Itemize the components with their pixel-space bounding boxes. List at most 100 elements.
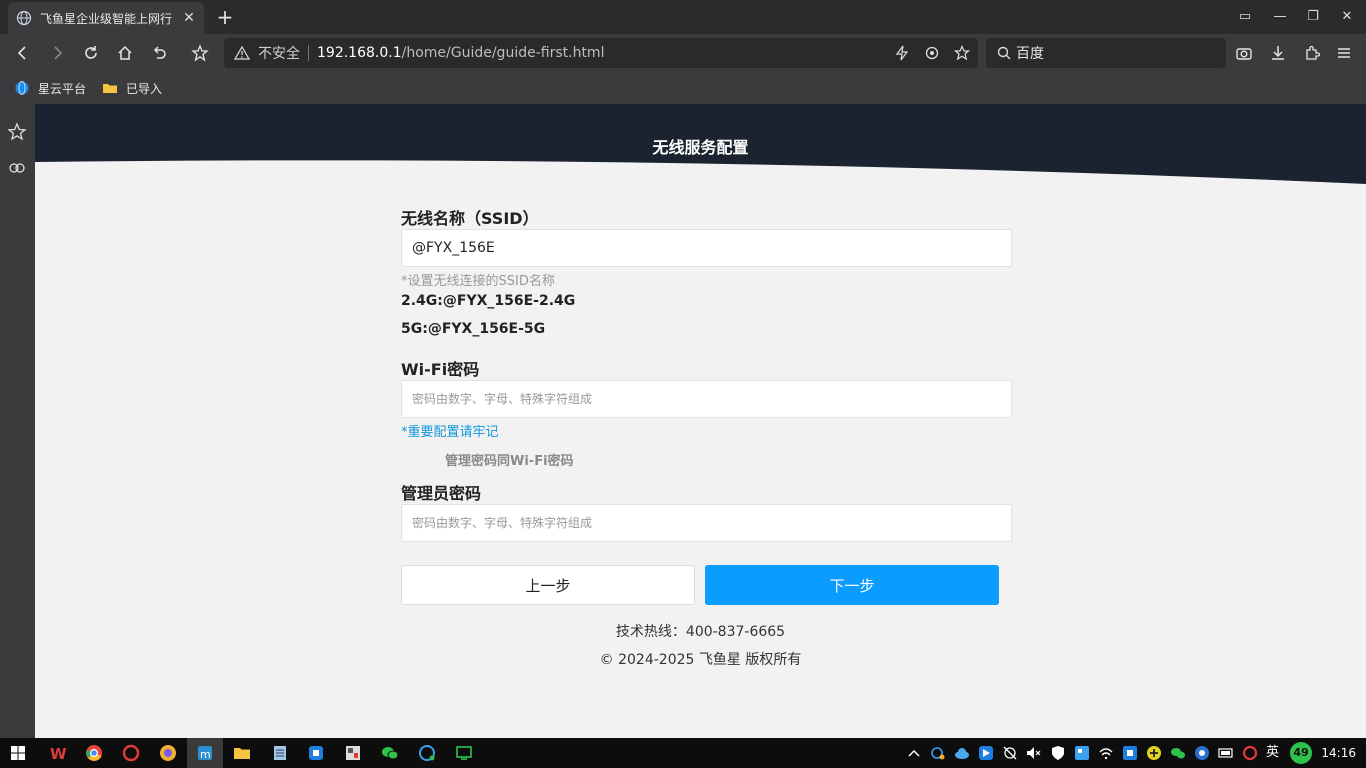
- band-5g-ssid: 5G:@FYX_156E-5G: [401, 321, 546, 337]
- forward-button[interactable]: [44, 40, 70, 66]
- feishu-tray-icon[interactable]: [978, 745, 994, 761]
- admin-password-input[interactable]: [401, 504, 1012, 542]
- restore-button[interactable]: ❐: [1297, 0, 1329, 34]
- ssid-input[interactable]: [401, 229, 1012, 267]
- windows-taskbar: W m 英 49 14:16: [0, 738, 1366, 768]
- favorites-star-icon[interactable]: [7, 122, 27, 142]
- bookmark-imported[interactable]: 已导入: [102, 80, 162, 97]
- download-button[interactable]: [1265, 40, 1291, 66]
- cloud-icon[interactable]: [954, 745, 970, 761]
- password-remember-tip: *重要配置请牢记: [401, 425, 499, 440]
- image-app-icon[interactable]: [343, 743, 363, 763]
- tab-bar: 飞鱼星企业级智能上网行 ✕ + ▭ — ❐ ✕: [0, 0, 1366, 34]
- blue-tray-icon[interactable]: [1194, 745, 1210, 761]
- undo-icon: [153, 46, 166, 59]
- tencent-meeting-icon[interactable]: [306, 743, 326, 763]
- reload-icon: [85, 46, 97, 59]
- input-language[interactable]: 英: [1266, 738, 1279, 768]
- battery-icon[interactable]: [1218, 745, 1234, 761]
- security-label: 不安全: [258, 46, 300, 62]
- bookmark-label: 已导入: [126, 81, 163, 96]
- svg-text:m: m: [200, 748, 211, 761]
- file-explorer-icon[interactable]: [232, 743, 252, 763]
- wechat-tray-icon[interactable]: [1170, 745, 1186, 761]
- browser-toolbar: 不安全 192.168.0.1 /home/Guide/guide-first.…: [0, 34, 1366, 72]
- wps-icon[interactable]: W: [48, 743, 68, 763]
- band-24g-ssid: 2.4G:@FYX_156E-2.4G: [401, 293, 576, 309]
- favorite-button[interactable]: [187, 40, 213, 66]
- page-title: 无线服务配置: [652, 138, 749, 157]
- folder-icon: [103, 84, 118, 93]
- bookmark-label: 星云平台: [38, 81, 87, 96]
- ai-assistant-icon[interactable]: [7, 158, 27, 178]
- red-app-icon[interactable]: [121, 743, 141, 763]
- camera-icon: [1236, 48, 1252, 60]
- tencent-tray-icon[interactable]: [1122, 745, 1138, 761]
- star-icon: [191, 44, 209, 62]
- admin-password-label: 管理员密码: [401, 484, 482, 503]
- ssid-hint: *设置无线连接的SSID名称: [401, 274, 555, 289]
- sync-app-icon[interactable]: [417, 743, 437, 763]
- wifi-password-input[interactable]: [401, 380, 1012, 418]
- home-button[interactable]: [112, 40, 138, 66]
- tab-close-icon[interactable]: ✕: [182, 10, 196, 26]
- tab-list-icon[interactable]: ▭: [1229, 0, 1261, 34]
- arrow-left-icon: [17, 46, 26, 60]
- back-button[interactable]: [10, 40, 36, 66]
- windows-start-icon[interactable]: [8, 743, 28, 763]
- chrome-icon[interactable]: [84, 743, 104, 763]
- network-off-icon[interactable]: [1002, 745, 1018, 761]
- warning-icon: [234, 45, 250, 60]
- hotline-text: 技术热线：400-837-6665: [615, 624, 786, 640]
- next-step-button[interactable]: 下一步: [705, 565, 999, 605]
- copyright-text: © 2024-2025 飞鱼星 版权所有: [599, 652, 802, 668]
- reload-button[interactable]: [78, 40, 104, 66]
- arrow-right-icon: [54, 46, 63, 60]
- remote-app-icon[interactable]: [1074, 745, 1090, 761]
- tray-app-icon[interactable]: [930, 745, 946, 761]
- active-browser-task[interactable]: m: [187, 738, 223, 768]
- page-content: 无线服务配置 无线名称（SSID） *设置无线连接的SSID名称 2.4G:@F…: [35, 104, 1366, 738]
- monitor-app-icon[interactable]: [454, 743, 474, 763]
- globe-icon: [16, 10, 32, 26]
- prev-step-button[interactable]: 上一步: [401, 565, 695, 605]
- browser-app-icon[interactable]: [158, 743, 178, 763]
- browser-tab[interactable]: 飞鱼星企业级智能上网行 ✕: [8, 2, 204, 34]
- lightning-icon[interactable]: [892, 43, 912, 63]
- undo-close-button[interactable]: [146, 40, 172, 66]
- add-favorite-icon[interactable]: [952, 43, 972, 63]
- new-tab-button[interactable]: +: [214, 6, 236, 28]
- tab-title: 飞鱼星企业级智能上网行: [40, 11, 173, 26]
- url-host: 192.168.0.1: [317, 45, 402, 61]
- minimize-button[interactable]: —: [1264, 0, 1296, 34]
- volume-muted-icon[interactable]: [1025, 745, 1041, 761]
- puzzle-icon: [1306, 45, 1321, 60]
- bookmark-xingyun[interactable]: 星云平台: [14, 80, 86, 97]
- bookmarks-bar: 星云平台 已导入: [0, 72, 1366, 104]
- svg-text:W: W: [50, 745, 67, 762]
- address-bar[interactable]: 不安全 192.168.0.1 /home/Guide/guide-first.…: [224, 38, 978, 68]
- security-shield-icon[interactable]: [1050, 745, 1066, 761]
- extension-shield-icon[interactable]: [922, 43, 942, 63]
- extensions-button[interactable]: [1299, 40, 1325, 66]
- battery-badge[interactable]: 49: [1290, 742, 1312, 764]
- search-engine-label: 百度: [1016, 46, 1044, 62]
- hamburger-icon: [1338, 48, 1350, 58]
- wifi-password-label: Wi-Fi密码: [401, 360, 480, 379]
- close-window-button[interactable]: ✕: [1331, 0, 1363, 34]
- notepad-icon[interactable]: [270, 743, 290, 763]
- same-password-toggle[interactable]: 管理密码同Wi-Fi密码: [445, 450, 574, 469]
- ssid-label: 无线名称（SSID）: [401, 209, 539, 228]
- wechat-icon[interactable]: [380, 743, 400, 763]
- taskbar-clock[interactable]: 14:16: [1321, 738, 1356, 768]
- screenshot-button[interactable]: [1231, 40, 1257, 66]
- search-box[interactable]: 百度: [986, 38, 1226, 68]
- url-path: /home/Guide/guide-first.html: [401, 45, 605, 61]
- plus-tray-icon[interactable]: [1146, 745, 1162, 761]
- tray-expand-icon[interactable]: [906, 745, 922, 761]
- menu-button[interactable]: [1331, 40, 1357, 66]
- url-separator: [308, 45, 309, 61]
- wifi-icon[interactable]: [1098, 745, 1114, 761]
- globe-icon: [15, 81, 29, 95]
- red-tray-icon[interactable]: [1242, 745, 1258, 761]
